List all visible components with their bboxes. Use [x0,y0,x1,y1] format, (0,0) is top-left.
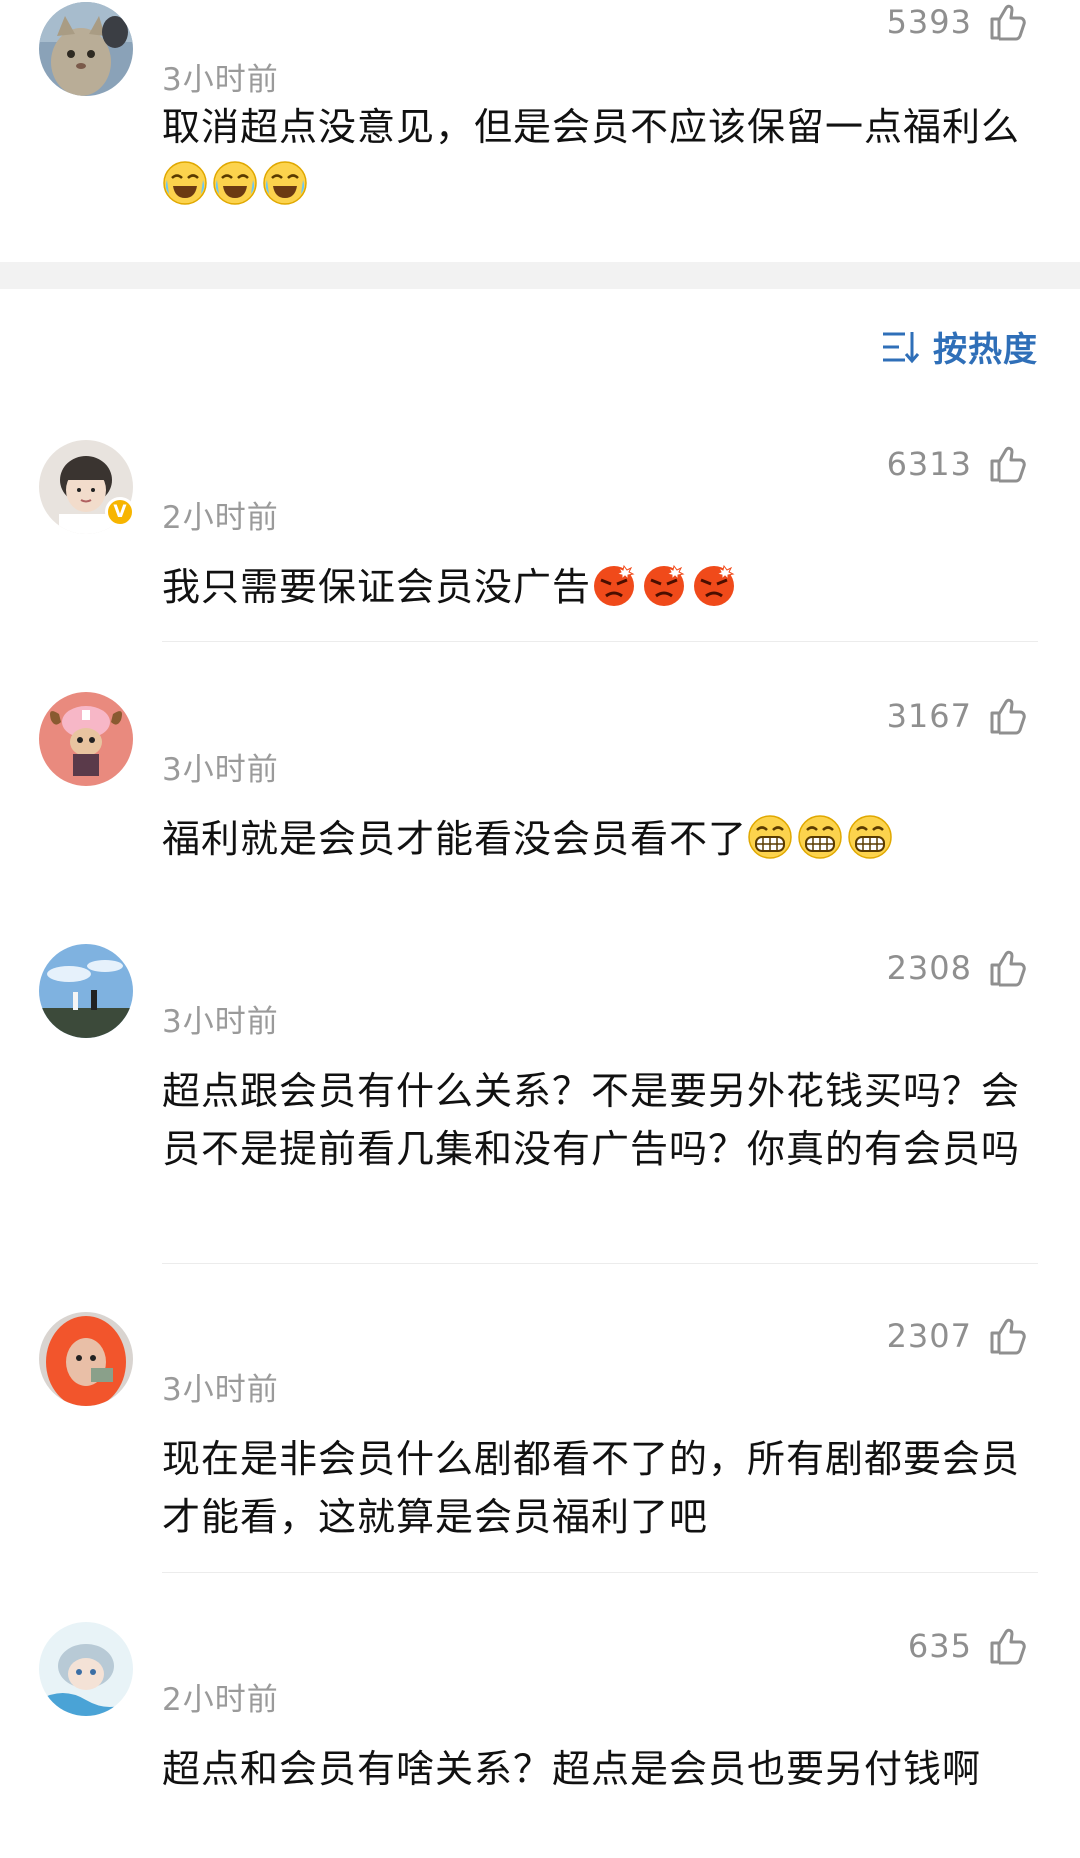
thumbs-up-icon [986,444,1026,484]
comment-time: 2小时前 [162,500,279,536]
comment-time: 3小时前 [162,1004,279,1040]
like-count: 6313 [886,445,972,483]
thumbs-up-icon [986,1316,1026,1356]
like-button[interactable]: 635 [908,1624,1026,1668]
comment-text: 取消超点没意见，但是会员不应该保留一点福利么 [162,98,1022,214]
sort-label: 按热度 [933,330,1038,370]
sort-icon [881,328,921,366]
like-count: 635 [907,1627,972,1665]
comment-divider [162,641,1038,642]
like-button[interactable]: 6313 [887,442,1026,486]
comment-text: 超点跟会员有什么关系？不是要另外花钱买吗？会员不是提前看几集和没有广告吗？你真的… [162,1069,1021,1171]
comment-text: 福利就是会员才能看没会员看不了 [162,810,1022,868]
avatar-chopper[interactable] [39,692,133,786]
grin-emoji-icon [797,814,843,860]
sort-toggle[interactable]: 按热度 [881,322,1038,371]
section-separator [0,262,1080,289]
like-button[interactable]: 3167 [887,694,1026,738]
comment-text: 我只需要保证会员没广告 [162,558,1022,616]
comment-time: 3小时前 [162,62,279,98]
thumbs-up-icon [986,2,1026,42]
angry-emoji-icon [641,562,687,608]
laugh-cry-emoji-icon [162,160,208,206]
comment-text: 现在是非会员什么剧都看不了的，所有剧都要会员才能看，这就算是会员福利了吧 [162,1437,1021,1539]
comment-time: 3小时前 [162,752,279,788]
angry-emoji-icon [691,562,737,608]
avatar-cat[interactable] [39,2,133,96]
comment-text: 超点和会员有啥关系？超点是会员也要另付钱啊 [162,1747,982,1791]
avatar-redhair[interactable] [39,1312,133,1406]
comment-text-body: 取消超点没意见，但是会员不应该保留一点福利么 [162,105,1021,149]
like-count: 2307 [886,1317,972,1355]
grin-emoji-icon [847,814,893,860]
comment-time: 3小时前 [162,1372,279,1408]
verified-badge: V [105,497,135,527]
laugh-cry-emoji-icon [262,160,308,206]
thumbs-up-icon [986,696,1026,736]
like-count: 2308 [886,949,972,987]
comment-divider [162,1572,1038,1573]
grin-emoji-icon [747,814,793,860]
comment-text-body: 福利就是会员才能看没会员看不了 [162,817,748,861]
like-button[interactable]: 5393 [887,0,1026,44]
laugh-cry-emoji-icon [212,160,258,206]
like-button[interactable]: 2308 [887,946,1026,990]
thumbs-up-icon [986,1626,1026,1666]
comment-list-page: 3小时前 5393 取消超点没意见，但是会员不应该保留一点福利么 按热度 V 2… [0,0,1080,1858]
like-count: 5393 [886,3,972,41]
comment-time: 2小时前 [162,1682,279,1718]
angry-emoji-icon [591,562,637,608]
comment-divider [162,1263,1038,1264]
comment-text-body: 我只需要保证会员没广告 [162,565,592,609]
avatar-anime-girl[interactable] [39,1622,133,1716]
like-button[interactable]: 2307 [887,1314,1026,1358]
like-count: 3167 [886,697,972,735]
avatar-landscape[interactable] [39,944,133,1038]
thumbs-up-icon [986,948,1026,988]
